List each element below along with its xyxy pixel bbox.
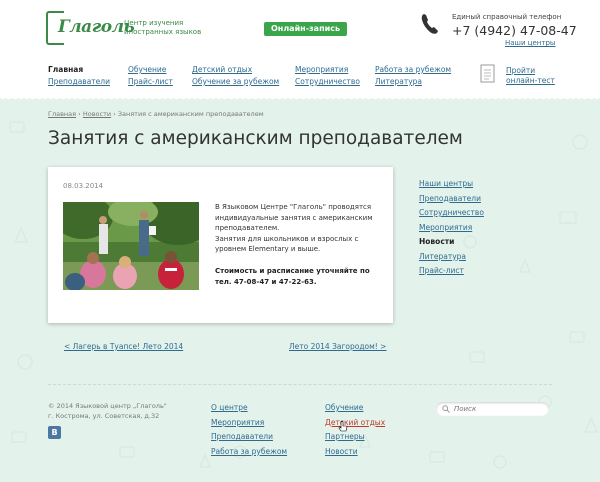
breadcrumb-current: Занятия с американским преподавателем — [117, 110, 264, 118]
footer-col-1: О центре Мероприятия Преподаватели Работ… — [211, 401, 287, 459]
online-test-link-line-2[interactable]: онлайн-тест — [506, 76, 555, 86]
footer-link-education[interactable]: Обучение — [325, 401, 385, 416]
nav-col-5: Работа за рубежом Литература — [375, 64, 451, 88]
nav-col-4: Мероприятия Сотрудничество — [295, 64, 360, 88]
header: Глаголь Центр изучения иностранных языко… — [0, 0, 600, 98]
nav-item-kids-holiday[interactable]: Детский отдых — [192, 64, 279, 76]
online-test-link[interactable]: Пройти онлайн-тест — [506, 66, 555, 86]
footer-link-work-abroad[interactable]: Работа за рубежом — [211, 445, 287, 460]
breadcrumb-news[interactable]: Новости — [83, 110, 111, 118]
prev-article-link[interactable]: < Лагерь в Туапсе! Лето 2014 — [64, 342, 183, 351]
nav-item-study-abroad[interactable]: Обучение за рубежом — [192, 76, 279, 88]
article-date: 08.03.2014 — [63, 182, 104, 190]
copyright-text: © 2014 Языковой центр „Глаголь" — [48, 402, 167, 410]
search-icon — [442, 405, 450, 413]
article-photo — [63, 202, 199, 290]
sidebar-menu: Наши центры Преподаватели Сотрудничество… — [419, 177, 484, 279]
phone-number: +7 (4942) 47-08-47 — [452, 23, 577, 38]
online-signup-button[interactable]: Онлайн-запись — [264, 22, 347, 36]
sidebar-item-news[interactable]: Новости — [419, 235, 484, 250]
article-paragraph: Занятия для школьников и взрослых с уров… — [215, 234, 359, 254]
nav-item-work-abroad[interactable]: Работа за рубежом — [375, 64, 451, 76]
search-input[interactable] — [454, 403, 544, 415]
our-centers-link[interactable]: Наши центры — [505, 39, 555, 47]
sidebar-item-price-list[interactable]: Прайс-лист — [419, 264, 484, 279]
tagline: Центр изучения иностранных языков — [124, 19, 202, 36]
nav-item-teachers[interactable]: Преподаватели — [48, 76, 110, 88]
footer-divider — [48, 384, 552, 385]
footer-col-2: Обучение Детский отдых Партнеры Новости — [325, 401, 385, 459]
hand-cursor-icon — [338, 421, 348, 432]
article-card: 08.03.2014 В Языковом Центре "Глаголь" п… — [48, 167, 393, 323]
breadcrumb-home[interactable]: Главная — [48, 110, 76, 118]
sidebar-item-cooperation[interactable]: Сотрудничество — [419, 206, 484, 221]
logo-text: Глаголь — [58, 17, 135, 37]
nav-item-home[interactable]: Главная — [48, 64, 110, 76]
sidebar-item-our-centers[interactable]: Наши центры — [419, 177, 484, 192]
nav-col-2: Обучение Прайс-лист — [128, 64, 173, 88]
nav-item-cooperation[interactable]: Сотрудничество — [295, 76, 360, 88]
nav-item-price-list[interactable]: Прайс-лист — [128, 76, 173, 88]
footer-copyright: © 2014 Языковой центр „Глаголь" г. Костр… — [48, 401, 167, 421]
nav-col-1: Главная Преподаватели — [48, 64, 110, 88]
search-box[interactable] — [436, 402, 549, 416]
test-sheet-icon — [480, 64, 495, 83]
article-paragraph: В Языковом Центре "Глаголь" проводятся и… — [215, 203, 373, 232]
logo[interactable]: Глаголь — [46, 11, 135, 45]
next-article-link[interactable]: Лето 2014 Загородом! > — [289, 342, 386, 351]
footer-link-about[interactable]: О центре — [211, 401, 287, 416]
breadcrumb: Главная › Новости › Занятия с американск… — [48, 110, 264, 118]
nav-item-literature[interactable]: Литература — [375, 76, 451, 88]
phone-caption: Единый справочный телефон — [452, 13, 562, 21]
nav-item-education[interactable]: Обучение — [128, 64, 173, 76]
nav-item-events[interactable]: Мероприятия — [295, 64, 360, 76]
nav-col-3: Детский отдых Обучение за рубежом — [192, 64, 279, 88]
footer-link-teachers[interactable]: Преподаватели — [211, 430, 287, 445]
phone-icon — [421, 14, 438, 34]
sidebar-item-literature[interactable]: Литература — [419, 250, 484, 265]
footer-link-events[interactable]: Мероприятия — [211, 416, 287, 431]
footer-link-news[interactable]: Новости — [325, 445, 385, 460]
footer-link-kids-holiday[interactable]: Детский отдых — [325, 416, 385, 431]
vk-social-button[interactable]: В — [48, 426, 61, 439]
page-title: Занятия с американским преподавателем — [48, 128, 463, 149]
online-test-link-line-1[interactable]: Пройти — [506, 66, 555, 76]
article-contact-note: Стоимость и расписание уточняйте по тел.… — [215, 267, 370, 286]
address-text: г. Кострома, ул. Советская, д.32 — [48, 412, 160, 420]
sidebar-item-events[interactable]: Мероприятия — [419, 221, 484, 236]
footer-link-partners[interactable]: Партнеры — [325, 430, 385, 445]
article-text: В Языковом Центре "Глаголь" проводятся и… — [215, 202, 380, 255]
sidebar-item-teachers[interactable]: Преподаватели — [419, 192, 484, 207]
